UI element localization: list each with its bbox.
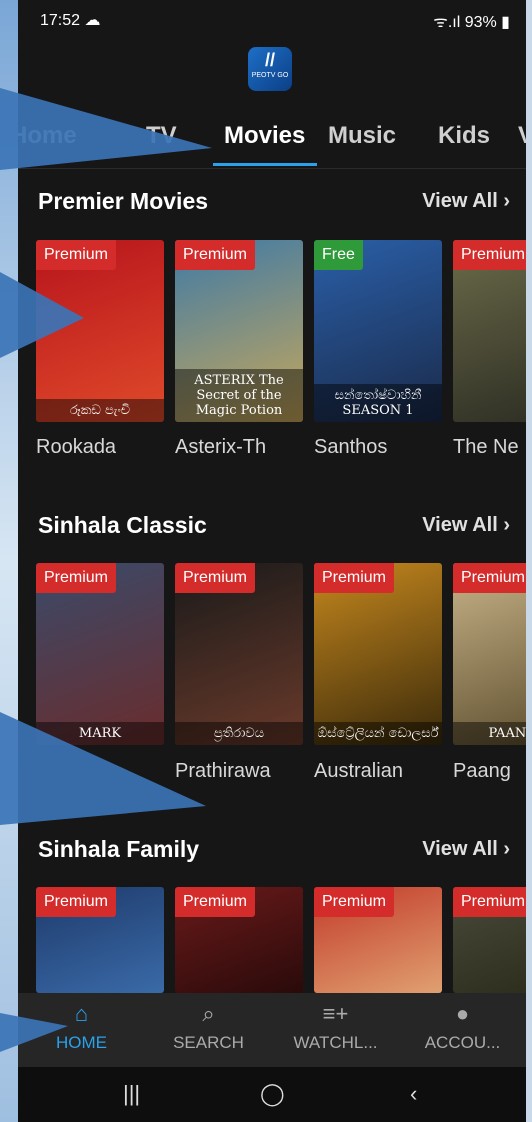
movie-title: Rookada — [36, 436, 117, 458]
movie-title: Santhos — [314, 436, 388, 458]
bottom-navigation: ⌂ HOME ⌕ SEARCH ≡+ WATCHL... ● ACCOU... — [18, 993, 526, 1067]
movie-card[interactable]: Free සන්තෝෂ්වාහිනී SEASON 1 — [314, 240, 442, 422]
view-all-button[interactable]: View All › — [422, 190, 510, 213]
nav-watchlist[interactable]: ≡+ WATCHL... — [272, 993, 399, 1067]
nav-label: WATCHL... — [293, 1033, 378, 1052]
premium-badge: Premium — [314, 563, 395, 593]
movie-card[interactable]: Premium — [36, 887, 164, 993]
nav-label: SEARCH — [173, 1033, 244, 1052]
premium-badge: Premium — [36, 887, 117, 917]
app-logo[interactable]: // PEOTV GO — [248, 47, 292, 91]
premium-badge: Premium — [175, 887, 256, 917]
premium-badge: Premium — [453, 563, 526, 593]
movie-card[interactable]: Premium — [453, 887, 526, 993]
movie-card[interactable]: Premium — [453, 240, 526, 422]
tab-more[interactable]: V — [518, 122, 526, 150]
premium-badge: Premium — [314, 887, 395, 917]
movie-title: Paang — [453, 760, 511, 782]
logo-text: PEOTV GO — [251, 72, 289, 79]
movie-card[interactable]: Premium ASTERIX The Secret of the Magic P… — [175, 240, 303, 422]
movie-card[interactable]: Premium රූකඩ පැංචි — [36, 240, 164, 422]
premium-badge: Premium — [175, 240, 256, 270]
tab-kids[interactable]: Kids — [438, 122, 490, 150]
poster-caption: රූකඩ පැංචි — [36, 399, 164, 422]
poster-caption: ASTERIX The Secret of the Magic Potion — [175, 369, 303, 422]
nav-label: ACCOU... — [424, 1033, 501, 1052]
premium-badge: Premium — [453, 240, 526, 270]
poster-caption: ඕස්ට්‍රේලියන් ඩොලර්ස් — [314, 722, 442, 745]
free-badge: Free — [314, 240, 363, 270]
movie-card[interactable]: Premium MARK — [36, 563, 164, 745]
status-bar: 17:52 ☁ ᯤ.ıl 93% ▮ — [18, 0, 526, 40]
section-title: Sinhala Classic — [38, 512, 207, 538]
tab-movies[interactable]: Movies — [224, 122, 305, 150]
poster-caption: PAANGS — [453, 722, 526, 745]
nav-account[interactable]: ● ACCOU... — [399, 993, 526, 1067]
movie-title: Asterix-Th — [175, 436, 267, 458]
view-all-button[interactable]: View All › — [422, 514, 510, 537]
tab-music[interactable]: Music — [328, 122, 396, 150]
premium-badge: Premium — [36, 240, 117, 270]
movie-card[interactable]: Premium PAANGS — [453, 563, 526, 745]
nav-search[interactable]: ⌕ SEARCH — [145, 993, 272, 1067]
logo-mark: // — [264, 50, 275, 70]
search-icon: ⌕ — [202, 1001, 215, 1026]
category-tabs: Home TV Movies Music Kids V — [18, 108, 526, 169]
movie-card[interactable]: Premium ප්‍රතිරාවය — [175, 563, 303, 745]
poster-caption: ප්‍රතිරාවය — [175, 722, 303, 745]
status-indicators: ᯤ.ıl 93% ▮ — [433, 14, 510, 31]
home-icon: ⌂ — [74, 1001, 89, 1026]
recents-icon[interactable]: ||| — [123, 1081, 140, 1107]
nav-label: HOME — [56, 1033, 107, 1052]
movie-title: Australian — [314, 760, 403, 782]
premium-badge: Premium — [36, 563, 117, 593]
nav-home[interactable]: ⌂ HOME — [18, 993, 145, 1067]
active-tab-indicator — [213, 163, 317, 166]
back-icon[interactable]: ‹ — [410, 1081, 417, 1107]
section-title: Sinhala Family — [38, 836, 200, 862]
system-navigation-bar: ||| ◯ ‹ — [18, 1067, 526, 1122]
movie-title: Prathirawa — [175, 760, 271, 782]
poster-caption: MARK — [36, 722, 164, 745]
watchlist-icon: ≡+ — [322, 1001, 349, 1026]
tab-tv[interactable]: TV — [146, 122, 177, 150]
premium-badge: Premium — [175, 563, 256, 593]
phone-screen: 17:52 ☁ ᯤ.ıl 93% ▮ // PEOTV GO Home TV M… — [18, 0, 526, 1122]
premium-badge: Premium — [453, 887, 526, 917]
movie-card[interactable]: Premium ඕස්ට්‍රේලියන් ඩොලර්ස් — [314, 563, 442, 745]
tab-home[interactable]: Home — [18, 122, 77, 150]
poster-caption: සන්තෝෂ්වාහිනී SEASON 1 — [314, 384, 442, 422]
movie-card[interactable]: Premium — [314, 887, 442, 993]
view-all-button[interactable]: View All › — [422, 838, 510, 861]
movie-card[interactable]: Premium — [175, 887, 303, 993]
system-home-icon[interactable]: ◯ — [260, 1081, 285, 1107]
account-icon: ● — [455, 1001, 470, 1026]
status-time: 17:52 ☁ — [40, 12, 101, 29]
section-title: Premier Movies — [38, 188, 209, 214]
movie-title: The Ne — [453, 436, 519, 458]
